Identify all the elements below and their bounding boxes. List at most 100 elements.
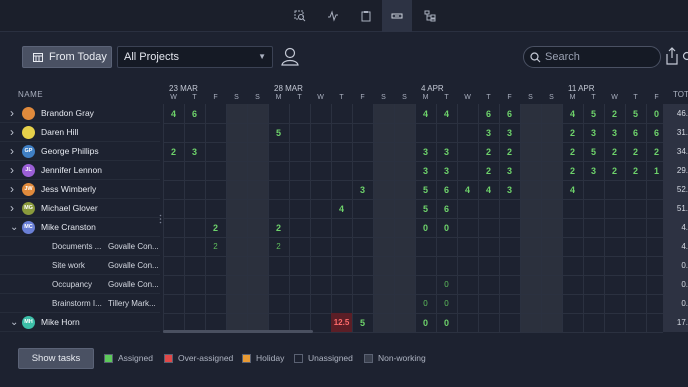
assigned-cell[interactable]: 2 [268, 237, 289, 256]
chevron-right-icon[interactable]: › [10, 144, 22, 158]
assigned-cell[interactable]: 3 [352, 180, 373, 199]
assigned-cell[interactable]: 3 [436, 142, 457, 161]
assigned-cell[interactable]: 3 [499, 180, 520, 199]
assigned-cell[interactable]: 3 [604, 123, 625, 142]
assigned-cell[interactable]: 3 [499, 161, 520, 180]
assigned-cell[interactable]: 4 [415, 104, 436, 123]
assigned-cell[interactable]: 6 [625, 123, 646, 142]
assigned-cell[interactable]: 4 [562, 180, 583, 199]
assigned-cell[interactable]: 2 [625, 161, 646, 180]
resource-row[interactable]: › Daren Hill [0, 123, 160, 142]
assigned-cell[interactable]: 3 [415, 142, 436, 161]
legend-swatch [294, 353, 303, 363]
assigned-cell[interactable]: 2 [478, 142, 499, 161]
settings-icon[interactable] [682, 46, 688, 66]
assigned-cell[interactable]: 2 [562, 161, 583, 180]
row-total: 52. [676, 185, 688, 194]
user-filter-icon[interactable] [280, 46, 300, 68]
resource-row[interactable]: › Brandon Gray [0, 104, 160, 123]
task-row [0, 237, 160, 256]
assigned-cell[interactable]: 0 [436, 275, 457, 294]
assigned-cell[interactable]: 0 [436, 294, 457, 313]
assigned-cell[interactable]: 2 [163, 142, 184, 161]
assigned-cell[interactable]: 5 [625, 104, 646, 123]
assigned-cell[interactable]: 3 [583, 123, 604, 142]
assigned-cell[interactable]: 2 [625, 142, 646, 161]
assigned-cell[interactable]: 5 [415, 199, 436, 218]
assigned-cell[interactable]: 2 [205, 218, 226, 237]
assigned-cell[interactable]: 3 [583, 161, 604, 180]
assigned-cell[interactable]: 0 [415, 294, 436, 313]
resource-row[interactable]: › JW Jess Wimberly [0, 180, 160, 199]
assigned-cell[interactable]: 4 [562, 104, 583, 123]
search-input[interactable]: Search [523, 46, 661, 68]
from-today-button[interactable]: From Today [22, 46, 112, 68]
assigned-cell[interactable]: 4 [457, 180, 478, 199]
resize-handle-icon[interactable] [159, 214, 162, 224]
day-label: M [422, 94, 429, 101]
chevron-right-icon[interactable]: › [10, 106, 22, 120]
assigned-cell[interactable]: 6 [436, 180, 457, 199]
assigned-cell[interactable]: 5 [415, 180, 436, 199]
clipboard-icon[interactable] [350, 0, 382, 32]
activity-icon[interactable] [317, 0, 349, 32]
assigned-cell[interactable]: 2 [268, 218, 289, 237]
assigned-cell[interactable]: 0 [415, 313, 436, 332]
assigned-cell[interactable]: 6 [436, 199, 457, 218]
show-tasks-button[interactable]: Show tasks [18, 348, 94, 369]
assigned-cell[interactable]: 4 [436, 104, 457, 123]
horizontal-scrollbar[interactable] [163, 330, 313, 333]
avatar: MG [22, 201, 35, 215]
assigned-cell[interactable]: 2 [604, 161, 625, 180]
chevron-down-icon[interactable]: ⌄ [10, 317, 22, 328]
assigned-cell[interactable]: 5 [352, 313, 373, 332]
hierarchy-icon[interactable] [414, 0, 446, 32]
assigned-cell[interactable]: 0 [415, 218, 436, 237]
assigned-cell[interactable]: 4 [331, 199, 352, 218]
assigned-cell[interactable]: 5 [583, 142, 604, 161]
assigned-cell[interactable]: 2 [562, 123, 583, 142]
assigned-cell[interactable]: 6 [499, 104, 520, 123]
calendar-icon [33, 53, 43, 62]
assigned-cell[interactable]: 4 [163, 104, 184, 123]
assigned-cell[interactable]: 2 [478, 161, 499, 180]
chevron-right-icon[interactable]: › [10, 182, 22, 196]
assigned-cell[interactable]: 3 [478, 123, 499, 142]
day-label: W [611, 94, 618, 101]
assigned-cell[interactable]: 2 [604, 142, 625, 161]
workload-view-icon[interactable] [382, 0, 412, 32]
over-assigned-cell[interactable]: 12.5 [331, 313, 352, 332]
assigned-cell[interactable]: 2 [562, 142, 583, 161]
chevron-right-icon[interactable]: › [10, 125, 22, 139]
chevron-right-icon[interactable]: › [10, 163, 22, 177]
resource-row[interactable]: › MG Michael Glover [0, 199, 160, 218]
resource-row[interactable]: ⌄ MH Mike Horn [0, 313, 160, 332]
resource-row[interactable]: ⌄ MC Mike Cranston [0, 218, 160, 237]
chevron-right-icon[interactable]: › [10, 201, 22, 215]
assigned-cell[interactable]: 4 [478, 180, 499, 199]
zoom-icon[interactable] [284, 0, 316, 32]
grid-line [163, 313, 663, 314]
week-label: 28 MAR [274, 84, 303, 93]
assigned-cell[interactable]: 3 [415, 161, 436, 180]
assigned-cell[interactable]: 5 [583, 104, 604, 123]
project-select[interactable]: All Projects ▼ [117, 46, 273, 68]
assigned-cell[interactable]: 0 [436, 313, 457, 332]
assigned-cell[interactable]: 5 [268, 123, 289, 142]
assigned-cell[interactable]: 3 [184, 142, 205, 161]
resource-row[interactable]: › JL Jennifer Lennon [0, 161, 160, 180]
assigned-cell[interactable]: 6 [184, 104, 205, 123]
assigned-cell[interactable]: 2 [499, 142, 520, 161]
day-label: S [381, 94, 386, 101]
total-column-header: TOT [673, 90, 688, 99]
chevron-down-icon[interactable]: ⌄ [10, 222, 22, 233]
export-icon[interactable] [664, 46, 680, 66]
assigned-cell[interactable]: 2 [604, 104, 625, 123]
assigned-cell[interactable]: 2 [205, 237, 226, 256]
assigned-cell[interactable]: 3 [436, 161, 457, 180]
assigned-cell[interactable]: 0 [436, 218, 457, 237]
assigned-cell[interactable]: 6 [478, 104, 499, 123]
assigned-cell[interactable]: 3 [499, 123, 520, 142]
day-label: T [486, 94, 491, 101]
resource-row[interactable]: › GP George Phillips [0, 142, 160, 161]
